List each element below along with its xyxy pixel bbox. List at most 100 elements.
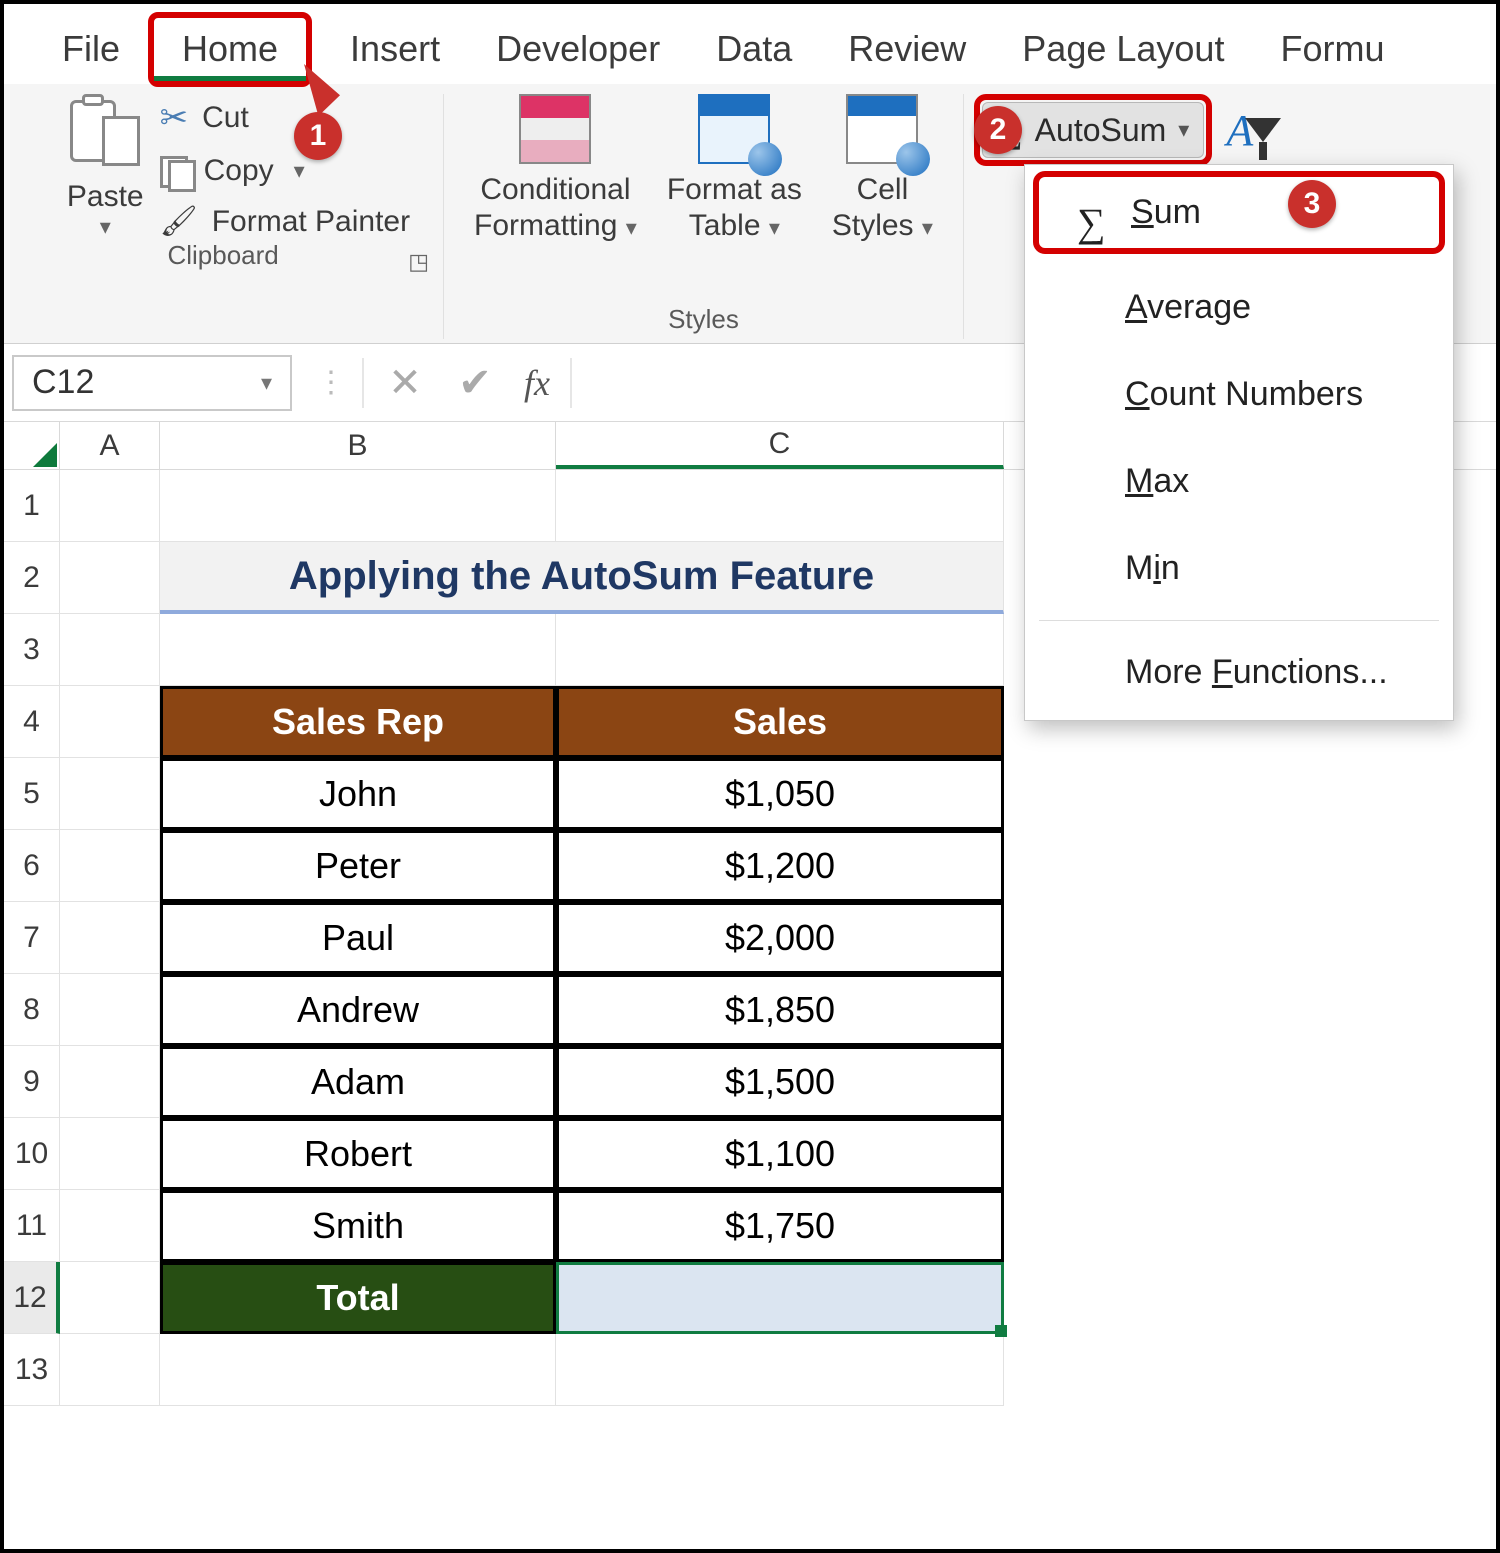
format-painter-button[interactable]: Format Painter [160,204,411,239]
sort-filter-button[interactable]: A [1226,105,1281,156]
ribbon-tabs: File Home Insert Developer Data Review P… [4,4,1496,84]
cell[interactable] [556,470,1004,542]
col-header-A[interactable]: A [60,422,160,469]
count-label: Count Numbers [1125,375,1363,413]
paste-button[interactable]: Paste ▾ [57,94,154,240]
row-header[interactable]: 12 [4,1262,60,1334]
cell[interactable] [60,1334,160,1406]
cell[interactable] [60,1046,160,1118]
menu-item-max[interactable]: Max [1025,438,1453,525]
cell[interactable] [60,902,160,974]
cell-sales[interactable]: $1,750 [556,1190,1004,1262]
cell-rep[interactable]: Peter [160,830,556,902]
select-all-button[interactable] [4,422,60,469]
chevron-down-icon[interactable]: ▾ [1178,117,1189,143]
cell[interactable] [556,614,1004,686]
cell[interactable] [60,686,160,758]
copy-button[interactable]: Copy ▾ [160,154,411,188]
cell[interactable] [160,470,556,542]
col-header-C[interactable]: C [556,422,1004,469]
dialog-launcher-icon[interactable]: ◳ [408,249,429,275]
chevron-down-icon[interactable]: ▾ [922,215,933,240]
row-header[interactable]: 11 [4,1190,60,1262]
row-header[interactable]: 8 [4,974,60,1046]
format-as-table-icon [698,94,770,164]
chevron-down-icon[interactable]: ▾ [261,370,272,396]
row-header[interactable]: 10 [4,1118,60,1190]
row-header[interactable]: 9 [4,1046,60,1118]
name-box[interactable]: C12 ▾ [12,355,292,411]
cell-sales[interactable]: $1,850 [556,974,1004,1046]
cell-total-label[interactable]: Total [160,1262,556,1334]
table-header-sales[interactable]: Sales [556,686,1004,758]
cf-label-2: Formatting [474,209,617,242]
tab-formulas[interactable]: Formu [1252,18,1412,80]
cell[interactable] [60,614,160,686]
cell[interactable] [556,1334,1004,1406]
tab-insert[interactable]: Insert [322,18,468,80]
menu-item-count-numbers[interactable]: Count Numbers [1025,351,1453,438]
fx-icon[interactable]: fx [510,362,564,404]
tab-file[interactable]: File [34,18,148,80]
cut-button[interactable]: Cut [160,98,411,138]
row-header[interactable]: 7 [4,902,60,974]
paste-label: Paste [67,180,144,214]
cell-sales[interactable]: $1,050 [556,758,1004,830]
row-header[interactable]: 2 [4,542,60,614]
cancel-formula-button[interactable]: ✕ [370,355,440,411]
row-header[interactable]: 13 [4,1334,60,1406]
chevron-down-icon[interactable]: ▾ [769,215,780,240]
sum-label: Sum [1131,193,1201,231]
row-header[interactable]: 6 [4,830,60,902]
format-as-table-button[interactable]: Format as Table ▾ [667,94,802,244]
cell-rep[interactable]: Smith [160,1190,556,1262]
cell-total-value[interactable] [556,1262,1004,1334]
cell[interactable] [160,614,556,686]
cell[interactable] [60,1262,160,1334]
row-header[interactable]: 5 [4,758,60,830]
cell[interactable] [60,1118,160,1190]
name-box-value: C12 [32,363,94,402]
row-header[interactable]: 4 [4,686,60,758]
ft-label-2: Table [689,209,761,242]
menu-item-sum[interactable]: ∑ Sum [1033,171,1445,254]
cell[interactable] [60,974,160,1046]
cell[interactable] [60,830,160,902]
chevron-down-icon[interactable]: ▾ [100,214,111,240]
menu-item-average[interactable]: Average [1025,264,1453,351]
cell-sales[interactable]: $1,500 [556,1046,1004,1118]
cell-rep[interactable]: Andrew [160,974,556,1046]
cell[interactable] [60,758,160,830]
sheet-title[interactable]: Applying the AutoSum Feature [160,542,1004,614]
cell[interactable] [160,1334,556,1406]
cell-rep[interactable]: John [160,758,556,830]
cell-rep[interactable]: Paul [160,902,556,974]
tab-review[interactable]: Review [820,18,994,80]
row-header[interactable]: 1 [4,470,60,542]
cell-sales[interactable]: $1,100 [556,1118,1004,1190]
conditional-formatting-button[interactable]: Conditional Formatting ▾ [474,94,637,244]
menu-item-min[interactable]: Min [1025,525,1453,612]
row-header[interactable]: 3 [4,614,60,686]
copy-icon [160,156,190,186]
cell[interactable] [60,542,160,614]
col-header-B[interactable]: B [160,422,556,469]
cell[interactable] [60,1190,160,1262]
table-header-rep[interactable]: Sales Rep [160,686,556,758]
tab-home[interactable]: Home [154,18,306,81]
cell-sales[interactable]: $1,200 [556,830,1004,902]
tab-page-layout[interactable]: Page Layout [994,18,1252,80]
tab-data[interactable]: Data [688,18,820,80]
menu-item-more-functions[interactable]: More Functions... [1025,629,1453,716]
chevron-down-icon[interactable]: ▾ [294,158,305,184]
cell-styles-button[interactable]: Cell Styles ▾ [832,94,933,244]
cut-label: Cut [202,101,249,135]
accept-formula-button[interactable]: ✔ [440,355,510,411]
cell-rep[interactable]: Robert [160,1118,556,1190]
tab-developer[interactable]: Developer [468,18,688,80]
cell-sales[interactable]: $2,000 [556,902,1004,974]
cell-rep[interactable]: Adam [160,1046,556,1118]
group-styles: Conditional Formatting ▾ Format as Table… [444,94,964,339]
cell[interactable] [60,470,160,542]
chevron-down-icon[interactable]: ▾ [626,215,637,240]
